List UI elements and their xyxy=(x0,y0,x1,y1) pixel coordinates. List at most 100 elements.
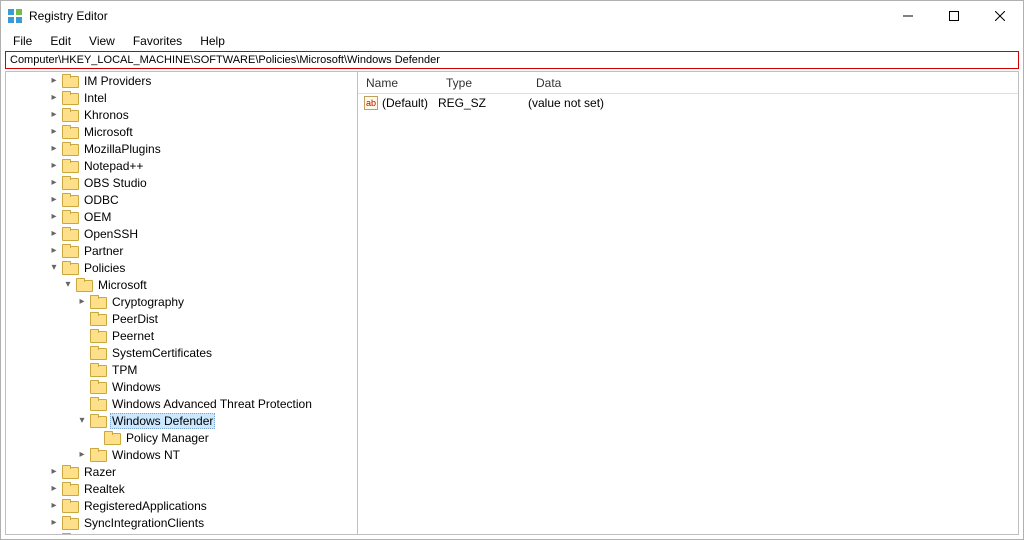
tree-node[interactable]: ▸SystemCertificates xyxy=(6,344,357,361)
menu-bar: File Edit View Favorites Help xyxy=(1,31,1023,51)
tree-node[interactable]: ▸Cryptography xyxy=(6,293,357,310)
twisty-none: ▸ xyxy=(76,330,88,341)
tree-node[interactable]: ▸TPM xyxy=(6,361,357,378)
folder-icon xyxy=(62,210,78,224)
tree-node[interactable]: ▾Microsoft xyxy=(6,276,357,293)
tree-node[interactable]: ▸OpenSSH xyxy=(6,225,357,242)
close-button[interactable] xyxy=(977,1,1023,31)
minimize-button[interactable] xyxy=(885,1,931,31)
tree-node-label: Peernet xyxy=(110,329,156,343)
twisty-none: ▸ xyxy=(90,432,102,443)
tree-node[interactable]: ▸Windows xyxy=(6,378,357,395)
tree-node[interactable]: ▸Realtek xyxy=(6,480,357,497)
tree-node[interactable]: ▸Windows NT xyxy=(6,446,357,463)
tree-node[interactable]: ▸ RegisteredApplications xyxy=(6,497,357,514)
tree-node[interactable]: ▸ IM Providers xyxy=(6,72,357,89)
chevron-right-icon[interactable]: ▸ xyxy=(48,466,60,477)
tree-node[interactable]: ▸ Razer xyxy=(6,463,357,480)
tree-node[interactable]: ▸ Windows Advanced Threat Protection xyxy=(6,395,357,412)
col-name[interactable]: Name xyxy=(358,72,438,93)
tree-node[interactable]: ▸OBS Studio xyxy=(6,174,357,191)
value-name-cell: ab (Default) xyxy=(358,96,438,110)
menu-view[interactable]: View xyxy=(81,32,123,50)
chevron-down-icon[interactable]: ▾ xyxy=(62,279,74,290)
tree-node[interactable]: ▸ Peernet xyxy=(6,327,357,344)
chevron-right-icon[interactable]: ▸ xyxy=(48,143,60,154)
menu-help[interactable]: Help xyxy=(192,32,233,50)
tree-node[interactable]: ▸ Microsoft xyxy=(6,123,357,140)
tree-node-label: IM Providers xyxy=(82,74,153,88)
chevron-right-icon[interactable]: ▸ xyxy=(48,160,60,171)
value-type: REG_SZ xyxy=(438,96,528,110)
chevron-right-icon[interactable]: ▸ xyxy=(48,126,60,137)
value-row[interactable]: ab (Default) REG_SZ (value not set) xyxy=(358,94,1018,112)
chevron-right-icon[interactable]: ▸ xyxy=(48,517,60,528)
chevron-right-icon[interactable]: ▸ xyxy=(48,109,60,120)
value-data: (value not set) xyxy=(528,96,1018,110)
folder-icon xyxy=(62,74,78,88)
twisty-none: ▸ xyxy=(76,347,88,358)
tree-node-label: SyncIntegrationClients xyxy=(82,516,206,530)
tree-node[interactable]: ▸ Khronos xyxy=(6,106,357,123)
folder-icon xyxy=(62,176,78,190)
tree-node[interactable]: ▸MozillaPlugins xyxy=(6,140,357,157)
tree-node[interactable]: ▸Notepad++ xyxy=(6,157,357,174)
title-bar: Registry Editor xyxy=(1,1,1023,31)
folder-icon xyxy=(90,329,106,343)
registry-editor-window: Registry Editor File Edit View Favorites… xyxy=(0,0,1024,540)
tree-node-label: RegisteredApplications xyxy=(82,499,209,513)
folder-icon xyxy=(62,465,78,479)
chevron-right-icon[interactable]: ▸ xyxy=(48,75,60,86)
address-bar[interactable]: Computer\HKEY_LOCAL_MACHINE\SOFTWARE\Pol… xyxy=(5,51,1019,69)
folder-icon xyxy=(104,431,120,445)
folder-icon xyxy=(62,482,78,496)
chevron-right-icon[interactable]: ▸ xyxy=(48,245,60,256)
chevron-right-icon[interactable]: ▸ xyxy=(48,177,60,188)
chevron-down-icon[interactable]: ▾ xyxy=(48,262,60,273)
chevron-right-icon[interactable]: ▸ xyxy=(48,500,60,511)
tree-node[interactable]: ▸ODBC xyxy=(6,191,357,208)
twisty-none: ▸ xyxy=(76,381,88,392)
folder-icon xyxy=(62,193,78,207)
tree-node-label: Khronos xyxy=(82,108,131,122)
column-headers: Name Type Data xyxy=(358,72,1018,94)
folder-icon xyxy=(62,142,78,156)
tree-node-label: Microsoft xyxy=(82,125,135,139)
tree-node-label: Razer xyxy=(82,465,118,479)
twisty-none: ▸ xyxy=(76,398,88,409)
tree-node[interactable]: ▸VideoLAN xyxy=(6,531,357,534)
tree-node[interactable]: ▸OEM xyxy=(6,208,357,225)
folder-icon xyxy=(62,533,78,535)
folder-icon xyxy=(90,346,106,360)
tree-node-label: TPM xyxy=(110,363,139,377)
chevron-right-icon[interactable]: ▸ xyxy=(48,194,60,205)
menu-favorites[interactable]: Favorites xyxy=(125,32,190,50)
maximize-button[interactable] xyxy=(931,1,977,31)
menu-file[interactable]: File xyxy=(5,32,40,50)
folder-icon xyxy=(62,244,78,258)
chevron-right-icon[interactable]: ▸ xyxy=(48,92,60,103)
tree-pane: ▸IM Providers▸Intel▸Khronos▸Microsoft▸Mo… xyxy=(6,72,358,534)
tree-scroll-area[interactable]: ▸IM Providers▸Intel▸Khronos▸Microsoft▸Mo… xyxy=(6,72,357,534)
tree-node[interactable]: ▾Policies xyxy=(6,259,357,276)
tree-node-label: Windows Advanced Threat Protection xyxy=(110,397,314,411)
folder-icon xyxy=(62,91,78,105)
tree-node[interactable]: ▸Intel xyxy=(6,89,357,106)
tree-node[interactable]: ▸PeerDist xyxy=(6,310,357,327)
chevron-right-icon[interactable]: ▸ xyxy=(76,296,88,307)
chevron-down-icon[interactable]: ▾ xyxy=(76,415,88,426)
tree-node-label: Partner xyxy=(82,244,125,258)
tree-node[interactable]: ▸ Policy Manager xyxy=(6,429,357,446)
tree-node[interactable]: ▸ SyncIntegrationClients xyxy=(6,514,357,531)
tree-node[interactable]: ▸ Partner xyxy=(6,242,357,259)
chevron-right-icon[interactable]: ▸ xyxy=(76,449,88,460)
chevron-right-icon[interactable]: ▸ xyxy=(48,483,60,494)
col-data[interactable]: Data xyxy=(528,72,1018,93)
tree-node-label: Policy Manager xyxy=(124,431,211,445)
app-icon xyxy=(7,8,23,24)
chevron-right-icon[interactable]: ▸ xyxy=(48,228,60,239)
tree-node[interactable]: ▾Windows Defender xyxy=(6,412,357,429)
col-type[interactable]: Type xyxy=(438,72,528,93)
menu-edit[interactable]: Edit xyxy=(42,32,79,50)
chevron-right-icon[interactable]: ▸ xyxy=(48,211,60,222)
